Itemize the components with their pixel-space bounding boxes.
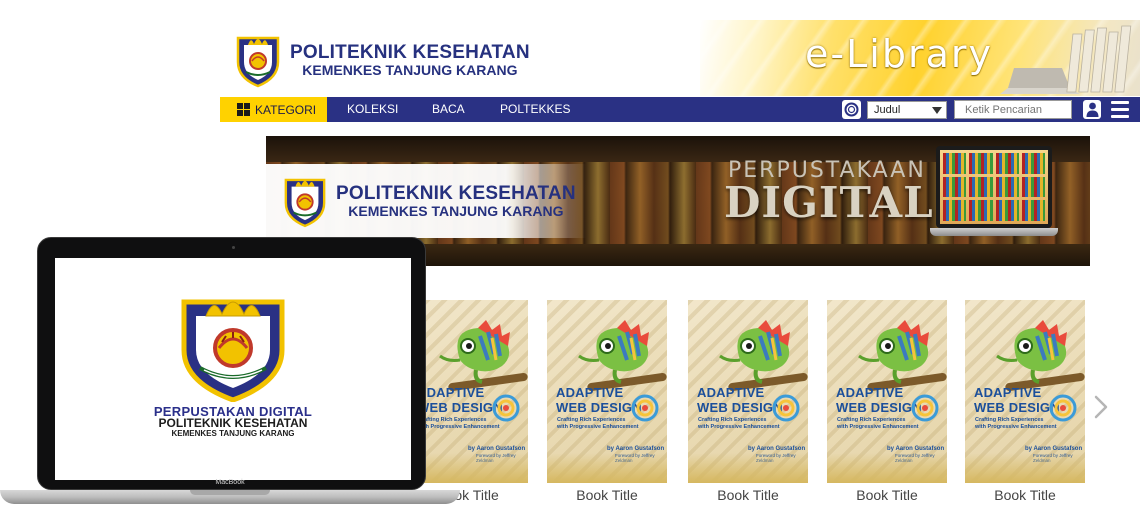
search-button[interactable] xyxy=(842,100,861,119)
book-card[interactable]: ADAPTIVE WEB DESIGN Crafting Rich Experien… xyxy=(688,300,808,503)
grid-icon xyxy=(237,103,250,116)
cover-subtitle-line2: with Progressive Enhancement xyxy=(698,424,780,430)
chevron-down-icon xyxy=(932,107,942,114)
cover-subtitle-line1: Crafting Rich Experiences xyxy=(975,417,1044,423)
screen-org-subname: KEMENKES TANJUNG KARANG xyxy=(171,429,295,438)
site-header: POLITEKNIK KESEHATAN KEMENKES TANJUNG KA… xyxy=(220,20,1140,96)
cover-author: by Aaron Gustafson xyxy=(748,446,806,452)
cover-subtitle-line2: with Progressive Enhancement xyxy=(975,424,1057,430)
search-input[interactable] xyxy=(954,100,1072,119)
book-cover[interactable]: ADAPTIVE WEB DESIGN Crafting Rich Experien… xyxy=(965,300,1085,483)
elibrary-title: e-Library xyxy=(805,32,993,76)
cover-title-line2: WEB DESIGN xyxy=(697,400,783,415)
spiral-icon xyxy=(911,394,939,422)
user-icon xyxy=(1086,102,1098,117)
cover-subtitle-line2: with Progressive Enhancement xyxy=(557,424,639,430)
hero-org-name: POLITEKNIK KESEHATAN xyxy=(336,182,576,204)
cover-title-line1: ADAPTIVE xyxy=(974,385,1042,400)
cover-title-line1: ADAPTIVE xyxy=(697,385,765,400)
hero-title-line2: DIGITAL xyxy=(724,178,934,227)
laptop-screen: PERPUSTAKAN DIGITAL POLITEKNIK KESEHATAN… xyxy=(55,258,411,480)
book-title[interactable]: Book Title xyxy=(547,487,667,503)
book-title[interactable]: Book Title xyxy=(827,487,947,503)
search-type-select[interactable]: Judul xyxy=(867,101,947,119)
hamburger-menu-icon[interactable] xyxy=(1111,101,1129,118)
spiral-icon xyxy=(772,394,800,422)
cover-subtitle-line1: Crafting Rich Experiences xyxy=(837,417,906,423)
book-cover[interactable]: ADAPTIVE WEB DESIGN Crafting Rich Experien… xyxy=(827,300,947,483)
book-title[interactable]: Book Title xyxy=(965,487,1085,503)
book-card[interactable]: ADAPTIVE WEB DESIGN Crafting Rich Experien… xyxy=(827,300,947,503)
laptop-brand: MacBook xyxy=(215,479,245,486)
cover-author: by Aaron Gustafson xyxy=(607,446,665,452)
header-logo[interactable]: POLITEKNIK KESEHATAN KEMENKES TANJUNG KA… xyxy=(234,30,534,90)
laptop-mockup: PERPUSTAKAN DIGITAL POLITEKNIK KESEHATAN… xyxy=(0,237,460,509)
spiral-icon xyxy=(631,394,659,422)
chameleon-icon xyxy=(719,320,790,384)
search-icon xyxy=(844,102,859,117)
nav-kategori-button[interactable]: KATEGORI xyxy=(220,97,327,122)
nav-kategori-label: KATEGORI xyxy=(255,102,317,117)
elibrary-banner: e-Library xyxy=(700,20,1140,96)
chevron-right-icon[interactable] xyxy=(1093,395,1109,419)
chameleon-icon xyxy=(578,320,649,384)
camera-icon xyxy=(232,246,235,249)
screen-org-name: POLITEKNIK KESEHATAN xyxy=(158,416,308,430)
spiral-icon xyxy=(1049,394,1077,422)
book-cover[interactable]: ADAPTIVE WEB DESIGN Crafting Rich Experien… xyxy=(547,300,667,483)
laptop-bookshelf-icon xyxy=(930,146,1058,246)
header-org-name: POLITEKNIK KESEHATAN xyxy=(290,41,530,63)
cover-subtitle-line1: Crafting Rich Experiences xyxy=(698,417,767,423)
cover-author: by Aaron Gustafson xyxy=(468,446,526,452)
book-card[interactable]: ADAPTIVE WEB DESIGN Crafting Rich Experien… xyxy=(547,300,667,503)
book-cover[interactable]: ADAPTIVE WEB DESIGN Crafting Rich Experien… xyxy=(688,300,808,483)
nav-poltekkes[interactable]: POLTEKKES xyxy=(500,97,570,122)
chameleon-icon xyxy=(996,320,1067,384)
emblem-icon xyxy=(284,178,326,228)
cover-title-line1: ADAPTIVE xyxy=(836,385,904,400)
spiral-icon xyxy=(492,394,520,422)
cover-author: by Aaron Gustafson xyxy=(887,446,945,452)
book-card[interactable]: ADAPTIVE WEB DESIGN Crafting Rich Experien… xyxy=(965,300,1085,503)
cover-author: by Aaron Gustafson xyxy=(1025,446,1083,452)
hero-logo: POLITEKNIK KESEHATAN KEMENKES TANJUNG KA… xyxy=(266,164,586,238)
nav-baca[interactable]: BACA xyxy=(432,97,465,122)
nav-koleksi[interactable]: KOLEKSI xyxy=(347,97,398,122)
chameleon-icon xyxy=(858,320,929,384)
book-title[interactable]: Book Title xyxy=(688,487,808,503)
emblem-icon xyxy=(181,299,285,402)
cover-title-line2: WEB DESIGN xyxy=(974,400,1060,415)
user-button[interactable] xyxy=(1083,100,1101,119)
emblem-icon xyxy=(236,36,280,88)
cover-title-line2: WEB DESIGN xyxy=(836,400,922,415)
cover-subtitle-line2: with Progressive Enhancement xyxy=(837,424,919,430)
books-laptop-illustration-icon xyxy=(1000,25,1132,94)
header-org-subname: KEMENKES TANJUNG KARANG xyxy=(302,61,518,78)
hero-org-subname: KEMENKES TANJUNG KARANG xyxy=(348,202,564,219)
search-type-value: Judul xyxy=(874,104,901,116)
cover-title-line1: ADAPTIVE xyxy=(556,385,624,400)
main-navbar: KATEGORI KOLEKSI BACA POLTEKKES Judul xyxy=(220,97,1140,122)
cover-subtitle-line1: Crafting Rich Experiences xyxy=(557,417,626,423)
cover-title-line2: WEB DESIGN xyxy=(556,400,642,415)
